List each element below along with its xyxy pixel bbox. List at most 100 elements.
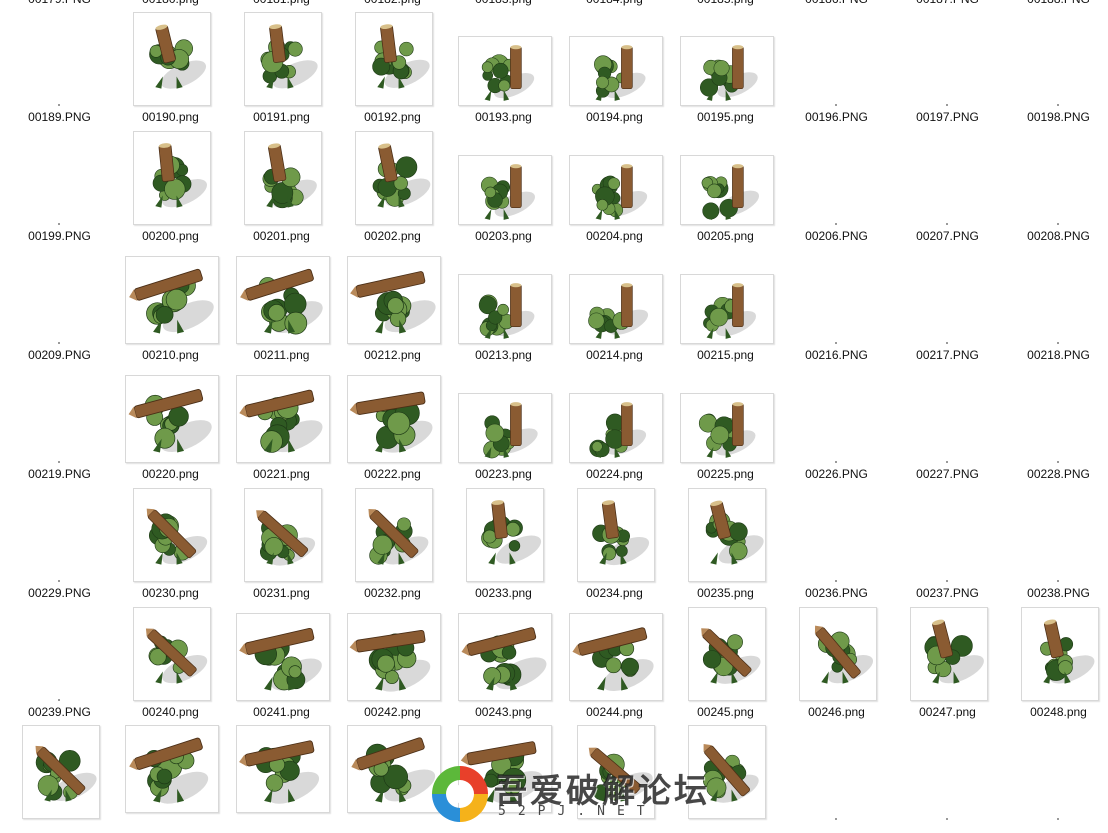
file-tile[interactable]: 00208.PNG bbox=[1003, 119, 1108, 243]
file-tile[interactable]: 00221.png bbox=[226, 357, 337, 481]
file-tile[interactable]: 00209.PNG bbox=[4, 238, 115, 362]
file-tile[interactable] bbox=[4, 714, 115, 833]
file-thumbnail[interactable] bbox=[235, 613, 330, 701]
file-tile[interactable]: 00215.png bbox=[670, 238, 781, 362]
file-thumbnail[interactable] bbox=[243, 12, 322, 106]
file-tile[interactable]: 00191.png bbox=[226, 0, 337, 124]
file-tile[interactable]: 00243.png bbox=[448, 595, 559, 719]
file-tile[interactable]: 00207.PNG bbox=[892, 119, 1003, 243]
file-thumbnail[interactable] bbox=[235, 256, 330, 344]
file-tile[interactable]: 00205.png bbox=[670, 119, 781, 243]
file-tile[interactable]: 00218.PNG bbox=[1003, 238, 1108, 362]
file-tile[interactable]: 00204.png bbox=[559, 119, 670, 243]
file-tile[interactable]: 00222.png bbox=[337, 357, 448, 481]
file-thumbnail[interactable] bbox=[124, 725, 219, 813]
file-tile[interactable]: 00202.png bbox=[337, 119, 448, 243]
file-tile[interactable]: 00206.PNG bbox=[781, 119, 892, 243]
file-tile[interactable]: 00230.png bbox=[115, 476, 226, 600]
file-thumbnail[interactable] bbox=[576, 488, 655, 582]
file-tile[interactable]: 00225.png bbox=[670, 357, 781, 481]
file-tile[interactable]: 00216.PNG bbox=[781, 238, 892, 362]
file-thumbnail[interactable] bbox=[235, 725, 330, 813]
file-tile[interactable] bbox=[781, 714, 892, 833]
file-tile[interactable] bbox=[448, 714, 559, 833]
file-thumbnail[interactable] bbox=[457, 613, 552, 701]
file-thumbnail[interactable] bbox=[568, 613, 663, 701]
file-tile[interactable] bbox=[670, 714, 781, 833]
file-tile[interactable]: 00234.png bbox=[559, 476, 670, 600]
file-thumbnail[interactable] bbox=[679, 155, 774, 225]
file-thumbnail[interactable] bbox=[132, 607, 211, 701]
file-thumbnail[interactable] bbox=[465, 488, 544, 582]
file-tile[interactable]: 00210.png bbox=[115, 238, 226, 362]
file-tile[interactable]: 00220.png bbox=[115, 357, 226, 481]
file-tile[interactable]: 00242.png bbox=[337, 595, 448, 719]
file-tile[interactable]: 00239.PNG bbox=[4, 595, 115, 719]
file-tile[interactable]: 00244.png bbox=[559, 595, 670, 719]
file-tile[interactable]: 00223.png bbox=[448, 357, 559, 481]
file-tile[interactable] bbox=[892, 714, 1003, 833]
file-tile[interactable]: 00194.png bbox=[559, 0, 670, 124]
file-thumbnail[interactable] bbox=[687, 725, 766, 819]
file-tile[interactable]: 00232.png bbox=[337, 476, 448, 600]
file-thumbnail[interactable] bbox=[354, 488, 433, 582]
file-tile[interactable]: 00233.png bbox=[448, 476, 559, 600]
file-thumbnail[interactable] bbox=[132, 488, 211, 582]
file-tile[interactable] bbox=[115, 714, 226, 833]
file-tile[interactable]: 00231.png bbox=[226, 476, 337, 600]
file-thumbnail[interactable] bbox=[457, 274, 552, 344]
file-thumbnail[interactable] bbox=[909, 607, 988, 701]
file-tile[interactable]: 00212.png bbox=[337, 238, 448, 362]
file-thumbnail[interactable] bbox=[457, 725, 552, 813]
file-thumbnail[interactable] bbox=[457, 36, 552, 106]
file-tile[interactable] bbox=[1003, 714, 1108, 833]
file-tile[interactable]: 00227.PNG bbox=[892, 357, 1003, 481]
file-thumbnail[interactable] bbox=[457, 393, 552, 463]
file-thumbnail[interactable] bbox=[354, 131, 433, 225]
file-tile[interactable]: 00198.PNG bbox=[1003, 0, 1108, 124]
file-thumbnail[interactable] bbox=[346, 613, 441, 701]
file-tile[interactable]: 00196.PNG bbox=[781, 0, 892, 124]
file-tile[interactable]: 00193.png bbox=[448, 0, 559, 124]
file-tile[interactable]: 00201.png bbox=[226, 119, 337, 243]
file-thumbnail[interactable] bbox=[679, 393, 774, 463]
file-thumbnail[interactable] bbox=[243, 131, 322, 225]
file-thumbnail[interactable] bbox=[568, 393, 663, 463]
file-tile[interactable]: 00200.png bbox=[115, 119, 226, 243]
file-tile[interactable]: 00248.png bbox=[1003, 595, 1108, 719]
file-tile[interactable] bbox=[559, 714, 670, 833]
file-thumbnail[interactable] bbox=[354, 12, 433, 106]
file-thumbnail[interactable] bbox=[346, 725, 441, 813]
file-tile[interactable]: 00241.png bbox=[226, 595, 337, 719]
file-tile[interactable]: 00226.PNG bbox=[781, 357, 892, 481]
file-thumbnail[interactable] bbox=[21, 725, 100, 819]
file-tile[interactable]: 00199.PNG bbox=[4, 119, 115, 243]
file-thumbnail[interactable] bbox=[568, 155, 663, 225]
file-tile[interactable]: 00190.png bbox=[115, 0, 226, 124]
file-tile[interactable] bbox=[337, 714, 448, 833]
file-tile[interactable]: 00195.png bbox=[670, 0, 781, 124]
file-thumbnail[interactable] bbox=[679, 36, 774, 106]
file-tile[interactable]: 00228.PNG bbox=[1003, 357, 1108, 481]
file-tile[interactable]: 00192.png bbox=[337, 0, 448, 124]
file-tile[interactable]: 00235.png bbox=[670, 476, 781, 600]
file-tile[interactable]: 00203.png bbox=[448, 119, 559, 243]
file-thumbnail[interactable] bbox=[687, 488, 766, 582]
file-tile[interactable]: 00219.PNG bbox=[4, 357, 115, 481]
file-thumbnail[interactable] bbox=[132, 12, 211, 106]
file-thumbnail[interactable] bbox=[1020, 607, 1099, 701]
file-tile[interactable]: 00217.PNG bbox=[892, 238, 1003, 362]
file-tile[interactable]: 00240.png bbox=[115, 595, 226, 719]
file-tile[interactable]: 00197.PNG bbox=[892, 0, 1003, 124]
file-tile[interactable]: 00236.PNG bbox=[781, 476, 892, 600]
file-thumbnail[interactable] bbox=[679, 274, 774, 344]
file-tile[interactable]: 00238.PNG bbox=[1003, 476, 1108, 600]
file-thumbnail[interactable] bbox=[124, 256, 219, 344]
file-thumbnail[interactable] bbox=[457, 155, 552, 225]
file-thumbnail[interactable] bbox=[568, 36, 663, 106]
file-tile[interactable]: 00211.png bbox=[226, 238, 337, 362]
file-tile[interactable]: 00247.png bbox=[892, 595, 1003, 719]
file-thumbnail[interactable] bbox=[576, 725, 655, 819]
file-thumbnail[interactable] bbox=[568, 274, 663, 344]
file-thumbnail[interactable] bbox=[235, 375, 330, 463]
